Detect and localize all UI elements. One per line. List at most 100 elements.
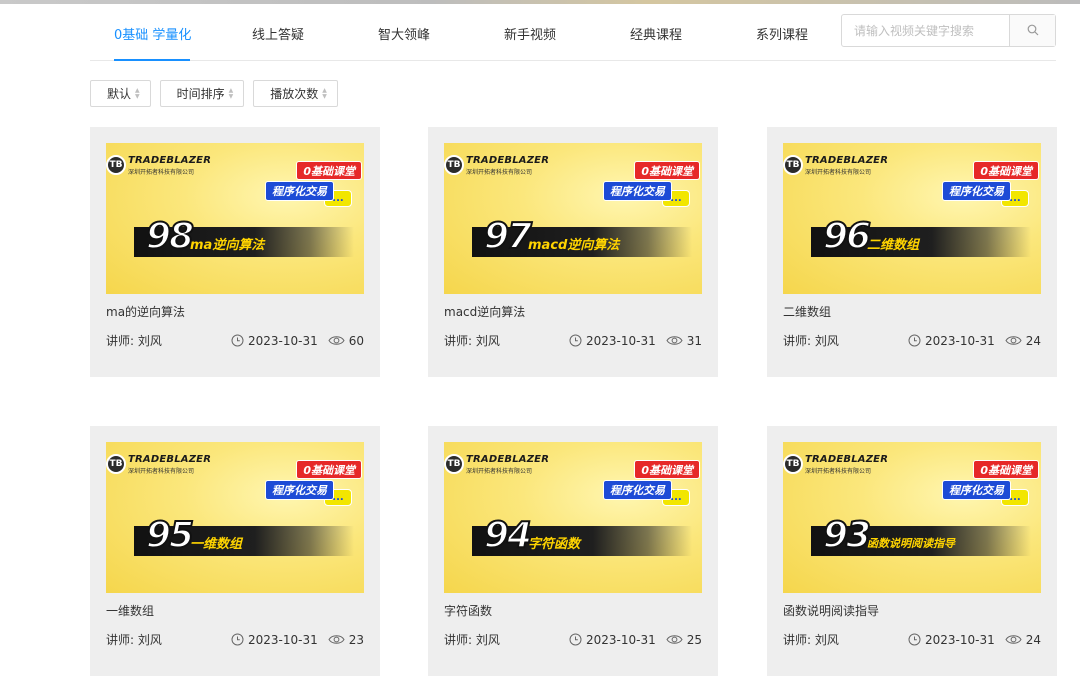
publish-date: 2023-10-31 (585, 632, 656, 647)
topic-badge: 程序化交易 (603, 181, 672, 201)
sort-default-button[interactable]: 默认 ▲ ▼ (90, 80, 151, 107)
tab-classic-courses[interactable]: 经典课程 (630, 24, 682, 43)
video-card[interactable]: TB TRADEBLAZER 深圳开拓者科技有限公司 0基础课堂 程序化交易 ..… (767, 426, 1057, 676)
company-name: 深圳开拓者科技有限公司 (805, 169, 872, 176)
sort-label: 播放次数 (270, 87, 319, 101)
video-meta: 讲师: 刘风 2023-10-31 25 (444, 631, 702, 648)
episode-number: 93 (822, 515, 872, 557)
thumbnail-title: ma逆向算法 (190, 238, 265, 253)
sort-label: 默认 (107, 87, 132, 101)
tab-zero-basics[interactable]: 0基础 学量化 (114, 24, 191, 43)
publish-date: 2023-10-31 (247, 632, 318, 647)
video-card[interactable]: TB TRADEBLAZER 深圳开拓者科技有限公司 0基础课堂 程序化交易 ..… (90, 426, 380, 676)
tradeblazer-logo: TB TRADEBLAZER 深圳开拓者科技有限公司 (783, 454, 888, 475)
clock-icon (908, 633, 921, 646)
video-meta: 讲师: 刘风 2023-10-31 60 (106, 332, 364, 349)
video-thumbnail[interactable]: TB TRADEBLAZER 深圳开拓者科技有限公司 0基础课堂 程序化交易 ..… (106, 442, 364, 593)
episode-number: 98 (145, 216, 195, 258)
sort-icon: ▲ ▼ (322, 86, 327, 100)
clock-icon (908, 334, 921, 347)
topic-badge: 程序化交易 (942, 480, 1011, 500)
eye-icon (1005, 633, 1022, 646)
tab-series-courses[interactable]: 系列课程 (756, 24, 808, 43)
tab-beginner-videos[interactable]: 新手视频 (504, 24, 556, 43)
thumbnail-title: 二维数组 (867, 238, 920, 253)
clock-icon (569, 633, 582, 646)
company-name: 深圳开拓者科技有限公司 (805, 468, 872, 475)
search-box (841, 14, 1056, 47)
video-title[interactable]: 一维数组 (106, 602, 154, 619)
company-name: 深圳开拓者科技有限公司 (128, 468, 195, 475)
thumbnail-title: 字符函数 (528, 537, 581, 552)
view-count: 25 (686, 632, 702, 647)
video-thumbnail[interactable]: TB TRADEBLAZER 深圳开拓者科技有限公司 0基础课堂 程序化交易 ..… (444, 143, 702, 294)
view-count: 24 (1025, 632, 1041, 647)
video-title[interactable]: 字符函数 (444, 602, 492, 619)
eye-icon (328, 334, 345, 347)
sort-icon: ▲ ▼ (228, 86, 234, 100)
video-card[interactable]: TB TRADEBLAZER 深圳开拓者科技有限公司 0基础课堂 程序化交易 ..… (90, 127, 380, 377)
view-count: 24 (1025, 333, 1041, 348)
video-meta: 讲师: 刘风 2023-10-31 24 (783, 631, 1041, 648)
video-title[interactable]: ma的逆向算法 (106, 303, 185, 320)
publish-date: 2023-10-31 (924, 632, 995, 647)
clock-icon (231, 633, 244, 646)
sort-icon: ▲ ▼ (135, 86, 140, 100)
sort-bar: 默认 ▲ ▼ 时间排序 ▲ ▼ 播放次数 ▲ ▼ (90, 80, 338, 107)
episode-number: 95 (145, 515, 195, 557)
eye-icon (666, 633, 683, 646)
clock-icon (231, 334, 244, 347)
course-badge: 0基础课堂 (973, 460, 1039, 479)
topic-badge: 程序化交易 (603, 480, 672, 500)
publish-date: 2023-10-31 (585, 333, 656, 348)
brand-name: TRADEBLAZER (128, 454, 212, 465)
course-badge: 0基础课堂 (973, 161, 1039, 180)
video-card[interactable]: TB TRADEBLAZER 深圳开拓者科技有限公司 0基础课堂 程序化交易 ..… (428, 127, 718, 377)
teacher-name: 讲师: 刘风 (783, 334, 839, 348)
view-count: 31 (686, 333, 702, 348)
episode-number: 94 (483, 515, 533, 557)
tradeblazer-logo: TB TRADEBLAZER 深圳开拓者科技有限公司 (444, 155, 549, 176)
video-card[interactable]: TB TRADEBLAZER 深圳开拓者科技有限公司 0基础课堂 程序化交易 ..… (767, 127, 1057, 377)
brand-name: TRADEBLAZER (128, 155, 212, 166)
thumbnail-title: macd逆向算法 (528, 238, 620, 253)
video-meta: 讲师: 刘风 2023-10-31 24 (783, 332, 1041, 349)
brand-name: TRADEBLAZER (466, 454, 550, 465)
video-card[interactable]: TB TRADEBLAZER 深圳开拓者科技有限公司 0基础课堂 程序化交易 ..… (428, 426, 718, 676)
logo-mark-icon: TB (783, 454, 803, 474)
teacher-name: 讲师: 刘风 (783, 633, 839, 647)
thumbnail-title: 一维数组 (190, 537, 243, 552)
video-title[interactable]: 函数说明阅读指导 (783, 602, 879, 619)
topic-badge: 程序化交易 (942, 181, 1011, 201)
teacher-name: 讲师: 刘风 (444, 334, 500, 348)
sort-by-time-button[interactable]: 时间排序 ▲ ▼ (159, 80, 245, 107)
video-title[interactable]: macd逆向算法 (444, 303, 525, 320)
tradeblazer-logo: TB TRADEBLAZER 深圳开拓者科技有限公司 (106, 155, 211, 176)
video-thumbnail[interactable]: TB TRADEBLAZER 深圳开拓者科技有限公司 0基础课堂 程序化交易 ..… (106, 143, 364, 294)
publish-date: 2023-10-31 (247, 333, 318, 348)
active-tab-indicator (114, 59, 190, 61)
course-badge: 0基础课堂 (296, 460, 362, 479)
company-name: 深圳开拓者科技有限公司 (128, 169, 195, 176)
view-count: 60 (348, 333, 364, 348)
search-button[interactable] (1009, 15, 1055, 46)
episode-number: 96 (822, 216, 872, 258)
video-thumbnail[interactable]: TB TRADEBLAZER 深圳开拓者科技有限公司 0基础课堂 程序化交易 ..… (783, 143, 1041, 294)
tradeblazer-logo: TB TRADEBLAZER 深圳开拓者科技有限公司 (106, 454, 211, 475)
teacher-name: 讲师: 刘风 (106, 633, 162, 647)
logo-mark-icon: TB (444, 155, 464, 175)
sort-label: 时间排序 (176, 87, 225, 101)
video-thumbnail[interactable]: TB TRADEBLAZER 深圳开拓者科技有限公司 0基础课堂 程序化交易 ..… (444, 442, 702, 593)
episode-number: 97 (483, 216, 533, 258)
video-title[interactable]: 二维数组 (783, 303, 831, 320)
video-thumbnail[interactable]: TB TRADEBLAZER 深圳开拓者科技有限公司 0基础课堂 程序化交易 ..… (783, 442, 1041, 593)
tab-online-qa[interactable]: 线上答疑 (252, 24, 304, 43)
brand-name: TRADEBLAZER (805, 454, 889, 465)
logo-mark-icon: TB (106, 454, 126, 474)
video-meta: 讲师: 刘风 2023-10-31 31 (444, 332, 702, 349)
search-input[interactable] (842, 15, 1009, 46)
tab-zhida-lingfeng[interactable]: 智大领峰 (378, 24, 430, 43)
tradeblazer-logo: TB TRADEBLAZER 深圳开拓者科技有限公司 (444, 454, 549, 475)
sort-by-plays-button[interactable]: 播放次数 ▲ ▼ (253, 80, 338, 107)
search-icon (1027, 21, 1039, 40)
